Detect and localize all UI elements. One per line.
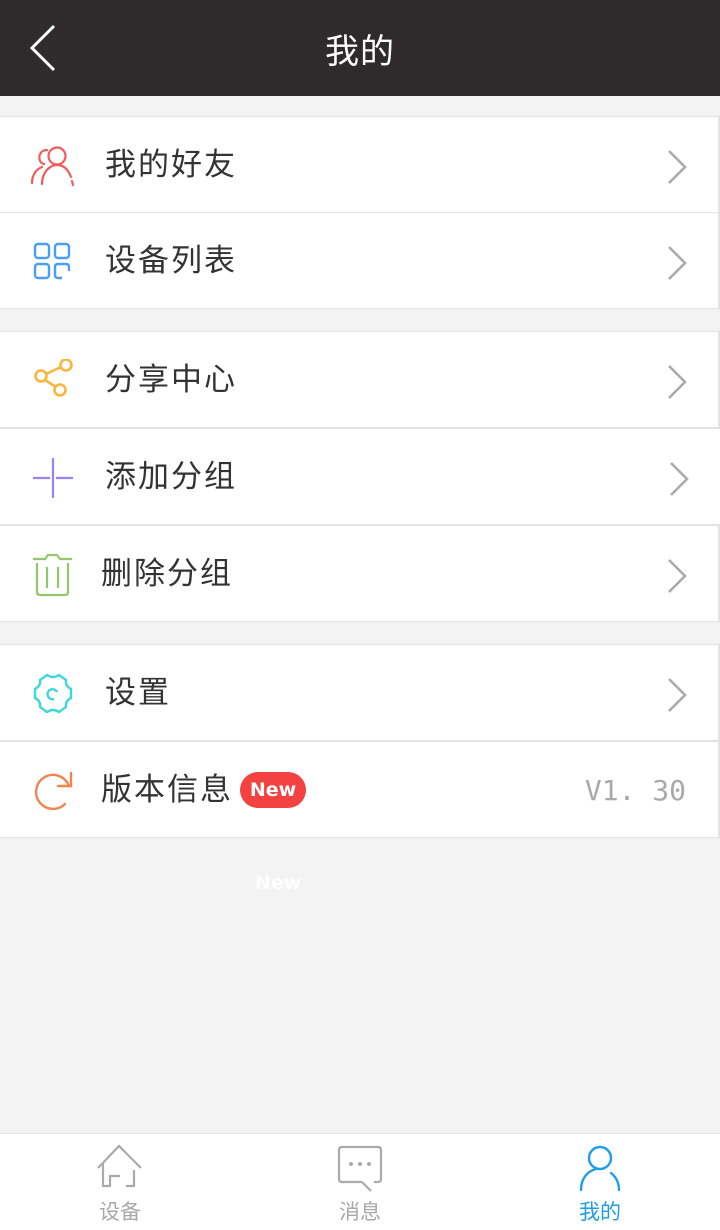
top-bar: 我的 <box>0 0 720 96</box>
menu-item-share-center[interactable]: 分享中心 <box>0 331 720 428</box>
chevron-right-icon <box>668 150 687 184</box>
menu-label: 添加分组 <box>105 459 237 495</box>
menu-label: 删除分组 <box>101 556 233 592</box>
menu-item-device-list[interactable]: 设备列表 <box>0 212 720 309</box>
tab-messages[interactable]: 消息 <box>240 1134 480 1230</box>
menu-item-add-group[interactable]: 添加分组 <box>0 428 720 525</box>
menu-label: 设备列表 <box>105 243 237 279</box>
menu-item-friends[interactable]: 我的好友 <box>0 116 720 213</box>
bottom-tab-bar: 设备 消息 我的 <box>0 1133 720 1230</box>
gear-icon <box>33 673 73 714</box>
menu-item-version-info[interactable]: 版本信息 New V1. 30 <box>0 741 720 838</box>
refresh-icon <box>34 771 73 811</box>
tab-label: 设备 <box>99 1200 141 1224</box>
chevron-right-icon <box>668 559 687 593</box>
version-value: V1. 30 <box>584 774 686 807</box>
chevron-right-icon <box>670 462 689 496</box>
user-icon <box>579 1145 621 1192</box>
friends-icon <box>30 146 75 187</box>
hidden-new-label: New <box>255 872 302 894</box>
menu-label: 分享中心 <box>105 362 237 398</box>
page-title: 我的 <box>325 31 395 72</box>
chevron-right-icon <box>668 246 687 280</box>
plus-icon <box>33 458 73 498</box>
chevron-right-icon <box>668 365 687 399</box>
new-badge: New <box>240 772 306 808</box>
menu-label: 我的好友 <box>105 147 237 183</box>
menu-label: 版本信息 <box>101 772 233 808</box>
menu-label: 设置 <box>105 675 171 711</box>
chevron-left-icon[interactable] <box>24 22 64 74</box>
trash-icon <box>33 553 72 597</box>
tab-label: 我的 <box>579 1200 621 1224</box>
menu-item-delete-group[interactable]: 删除分组 <box>0 525 720 622</box>
chevron-right-icon <box>668 678 687 712</box>
tab-devices[interactable]: 设备 <box>0 1134 240 1230</box>
tab-mine[interactable]: 我的 <box>480 1134 720 1230</box>
menu-item-settings[interactable]: 设置 <box>0 644 720 741</box>
tab-label: 消息 <box>339 1200 381 1224</box>
message-icon <box>337 1145 383 1192</box>
home-icon <box>97 1144 142 1188</box>
share-icon <box>34 359 73 397</box>
grid-icon <box>33 242 71 280</box>
